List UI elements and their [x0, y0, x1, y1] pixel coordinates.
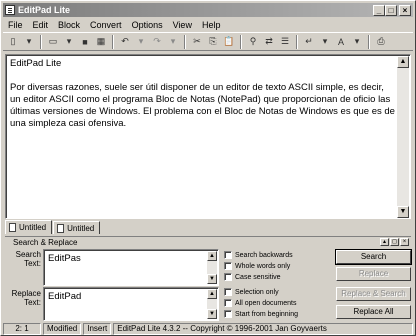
open-file-icon[interactable]: ▭ [46, 35, 60, 49]
panel-close-icon[interactable]: × [400, 238, 409, 246]
start-from-beginning-checkbox[interactable]: Start from beginning [224, 310, 298, 318]
paste-icon[interactable]: 📋 [222, 35, 236, 49]
app-icon [5, 5, 15, 15]
replace-icon[interactable]: ⇄ [262, 35, 276, 49]
menu-convert[interactable]: Convert [85, 20, 127, 30]
search-panel-header: Search & Replace ▴ ◻ × [5, 236, 411, 247]
new-dropdown-icon[interactable]: ▾ [22, 35, 36, 49]
modified-status: Modified [43, 323, 82, 335]
document-tabs: Untitled Untitled [5, 220, 411, 234]
search-text-field[interactable]: EditPas ▲ ▼ [43, 249, 219, 286]
status-bar: 2: 1 Modified Insert EditPad Lite 4.3.2 … [3, 323, 413, 335]
toolbar-separator [40, 34, 42, 49]
checkbox-label: Start from beginning [235, 310, 299, 318]
toolbar-separator [296, 34, 298, 49]
replace-text-field[interactable]: EditPad ▲ ▼ [43, 287, 219, 321]
tab-untitled-2[interactable]: Untitled [53, 221, 101, 234]
scroll-down-icon[interactable]: ▼ [207, 274, 217, 284]
document-icon [9, 223, 16, 232]
replace-text-value: EditPad [48, 291, 82, 302]
replace-and-search-button[interactable]: Replace & Search [336, 287, 411, 301]
checkbox-box[interactable] [224, 299, 232, 307]
scroll-down-icon[interactable]: ▼ [207, 309, 217, 319]
scroll-up-icon[interactable]: ▲ [207, 289, 217, 299]
toolbar: ▯ ▾ ▭ ▾ ■ ▦ ↶ ▾ ↷ ▾ ✂ ⎘ 📋 ⚲ ⇄ ☰ ↵ ▾ A ▾ … [3, 32, 413, 51]
new-file-icon[interactable]: ▯ [6, 35, 20, 49]
checkbox-box[interactable] [224, 251, 232, 259]
scroll-down-icon[interactable]: ▼ [397, 206, 409, 218]
undo-dropdown-icon[interactable]: ▾ [134, 35, 148, 49]
word-wrap-icon[interactable]: ↵ [302, 35, 316, 49]
open-dropdown-icon[interactable]: ▾ [62, 35, 76, 49]
checkbox-label: All open documents [235, 299, 297, 307]
window-title: EditPad Lite [18, 5, 71, 15]
save-icon[interactable]: ■ [78, 35, 92, 49]
checkbox-box[interactable] [224, 273, 232, 281]
menu-file[interactable]: File [3, 20, 28, 30]
redo-icon[interactable]: ↷ [150, 35, 164, 49]
undo-icon[interactable]: ↶ [118, 35, 132, 49]
search-button[interactable]: Search [335, 249, 412, 265]
checkbox-label: Case sensitive [235, 273, 281, 281]
editor-vertical-scrollbar[interactable]: ▲ ▼ [397, 56, 409, 218]
replace-all-button[interactable]: Replace All [336, 305, 411, 319]
title-bar: EditPad Lite _ □ × [3, 3, 413, 17]
toolbar-separator [368, 34, 370, 49]
close-button[interactable]: × [399, 4, 411, 16]
checkbox-label: Whole words only [235, 262, 291, 270]
selection-only-checkbox[interactable]: Selection only [224, 288, 279, 296]
cut-icon[interactable]: ✂ [190, 35, 204, 49]
search-backwards-checkbox[interactable]: Search backwards [224, 251, 293, 259]
tab-untitled-1[interactable]: Untitled [5, 220, 53, 234]
document-icon [57, 223, 65, 233]
panel-float-icon[interactable]: ◻ [390, 238, 399, 246]
checkbox-box[interactable] [224, 262, 232, 270]
all-open-documents-checkbox[interactable]: All open documents [224, 299, 296, 307]
whole-words-checkbox[interactable]: Whole words only [224, 262, 290, 270]
print-icon[interactable]: ⎙ [374, 35, 388, 49]
tab-label: Untitled [19, 223, 47, 232]
toolbar-separator [112, 34, 114, 49]
goto-icon[interactable]: ☰ [278, 35, 292, 49]
insert-mode-status: Insert [83, 323, 112, 335]
menu-block[interactable]: Block [53, 20, 85, 30]
scroll-up-icon[interactable]: ▲ [207, 251, 217, 261]
word-wrap-dropdown-icon[interactable]: ▾ [318, 35, 332, 49]
checkbox-label: Search backwards [235, 251, 293, 259]
redo-dropdown-icon[interactable]: ▾ [166, 35, 180, 49]
search-text-value: EditPas [48, 253, 81, 264]
change-case-icon[interactable]: A [334, 35, 348, 49]
text-editor[interactable]: EditPad Lite Por diversas razones, suele… [5, 54, 411, 219]
menu-bar: File Edit Block Convert Options View Hel… [3, 18, 413, 31]
cursor-position: 2: 1 [3, 323, 41, 335]
replace-text-label: Replace Text: [11, 289, 41, 307]
menu-edit[interactable]: Edit [28, 20, 54, 30]
scroll-up-icon[interactable]: ▲ [397, 56, 409, 68]
case-sensitive-checkbox[interactable]: Case sensitive [224, 273, 281, 281]
checkbox-box[interactable] [224, 310, 232, 318]
copy-icon[interactable]: ⎘ [206, 35, 220, 49]
checkbox-label: Selection only [235, 288, 279, 296]
menu-help[interactable]: Help [197, 20, 226, 30]
minimize-button[interactable]: _ [373, 4, 385, 16]
checkbox-box[interactable] [224, 288, 232, 296]
change-case-dropdown-icon[interactable]: ▾ [350, 35, 364, 49]
menu-options[interactable]: Options [127, 20, 168, 30]
panel-dock-icon[interactable]: ▴ [380, 238, 389, 246]
search-panel-title: Search & Replace [13, 237, 78, 247]
editor-text[interactable]: EditPad Lite Por diversas razones, suele… [10, 58, 395, 130]
maximize-button[interactable]: □ [385, 4, 397, 16]
search-field-scrollbar[interactable]: ▲ ▼ [207, 251, 217, 284]
toolbar-separator [184, 34, 186, 49]
search-text-label: Search Text: [15, 250, 41, 268]
tab-label: Untitled [67, 223, 95, 233]
replace-field-scrollbar[interactable]: ▲ ▼ [207, 289, 217, 319]
menu-view[interactable]: View [168, 20, 197, 30]
replace-button[interactable]: Replace [336, 267, 411, 281]
save-all-icon[interactable]: ▦ [94, 35, 108, 49]
editpad-window: EditPad Lite _ □ × File Edit Block Conve… [0, 0, 416, 336]
version-copyright: EditPad Lite 4.3.2 -- Copyright © 1996-2… [113, 323, 413, 335]
toolbar-separator [240, 34, 242, 49]
find-icon[interactable]: ⚲ [246, 35, 260, 49]
